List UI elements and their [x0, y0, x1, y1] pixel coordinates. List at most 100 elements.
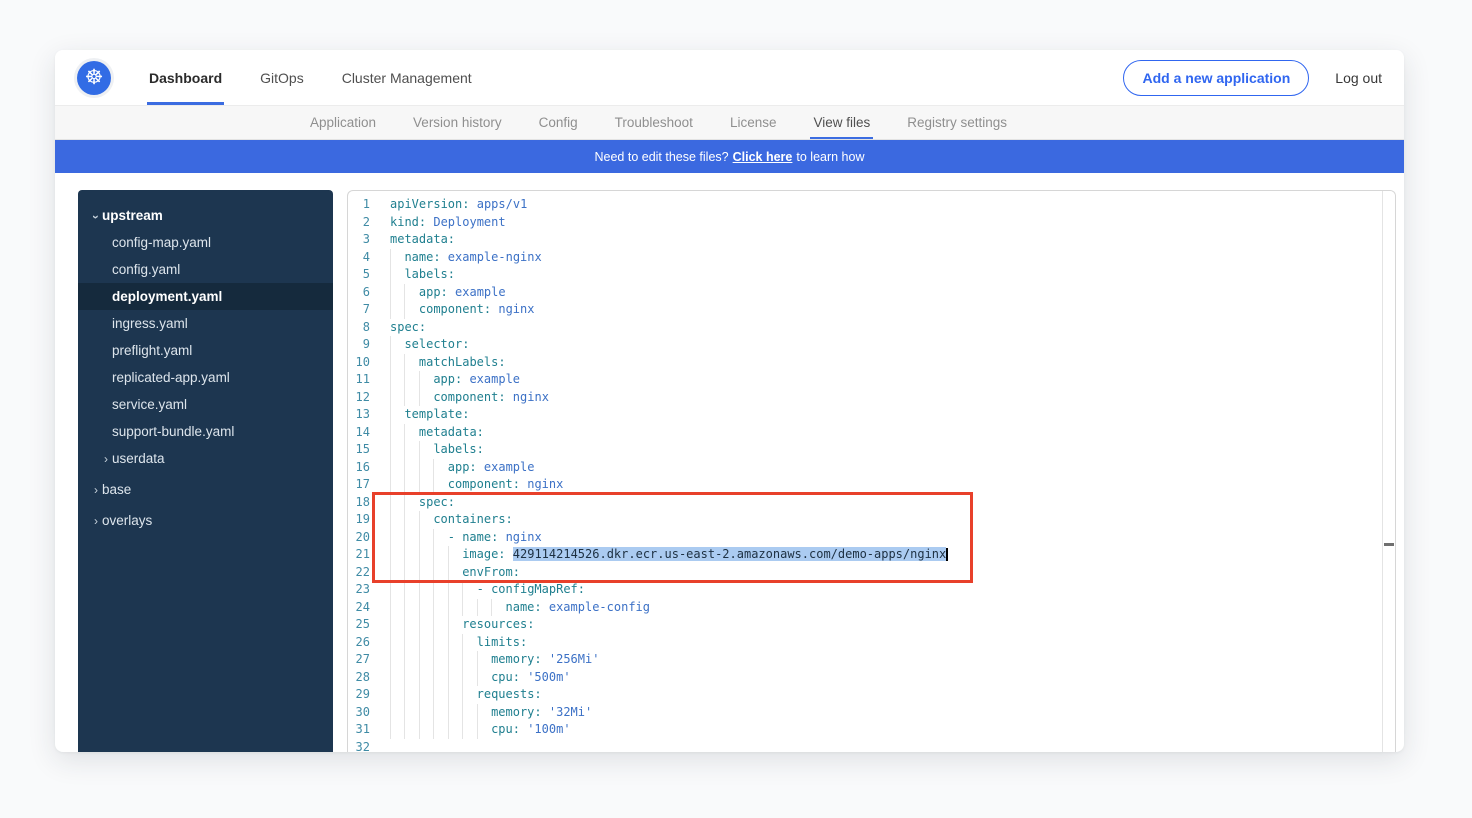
indent-guide: [404, 669, 418, 687]
code-line[interactable]: 31cpu: '100m': [348, 721, 1395, 739]
tab-troubleshoot[interactable]: Troubleshoot: [615, 106, 693, 139]
code-line[interactable]: 24name: example-config: [348, 599, 1395, 617]
indent-guide: [448, 634, 462, 652]
indent-guide: [462, 704, 476, 722]
code-line[interactable]: 5labels:: [348, 266, 1395, 284]
tree-file-replicated-app-yaml[interactable]: replicated-app.yaml: [78, 364, 333, 391]
yaml-token: name:: [462, 530, 498, 544]
add-new-application-button[interactable]: Add a new application: [1123, 60, 1309, 96]
line-content: memory: '256Mi': [390, 651, 599, 669]
indent-guide: [419, 686, 433, 704]
tree-file-ingress-yaml[interactable]: ingress.yaml: [78, 310, 333, 337]
code-area[interactable]: 1apiVersion: apps/v12kind: Deployment3me…: [348, 191, 1395, 752]
tab-version-history[interactable]: Version history: [413, 106, 502, 139]
indent-guide: [390, 371, 404, 389]
tree-folder-upstream[interactable]: ›upstream: [78, 202, 333, 229]
nav-item-dashboard[interactable]: Dashboard: [149, 50, 222, 105]
code-line[interactable]: 13template:: [348, 406, 1395, 424]
code-line[interactable]: 16app: example: [348, 459, 1395, 477]
line-number: 3: [348, 231, 370, 249]
code-line[interactable]: 7 component: nginx: [348, 301, 1395, 319]
yaml-token: selector:: [404, 337, 469, 351]
indent-guide: [462, 599, 476, 617]
code-line[interactable]: 12component: nginx: [348, 389, 1395, 407]
primary-nav: Dashboard GitOps Cluster Management: [149, 50, 472, 105]
yaml-file-viewer[interactable]: 1apiVersion: apps/v12kind: Deployment3me…: [347, 190, 1396, 752]
yaml-token: limits:: [477, 635, 528, 649]
code-line[interactable]: 29requests:: [348, 686, 1395, 704]
yaml-token: app:: [419, 285, 448, 299]
indent-guide: [433, 581, 447, 599]
tab-view-files[interactable]: View files: [813, 106, 870, 139]
tree-folder-base[interactable]: ›base: [78, 476, 333, 503]
indent-guide: [404, 704, 418, 722]
yaml-token: metadata:: [419, 425, 484, 439]
tree-file-preflight-yaml[interactable]: preflight.yaml: [78, 337, 333, 364]
indent-guide: [390, 354, 404, 372]
indent-guide: [433, 564, 447, 582]
code-line[interactable]: 4name: example-nginx: [348, 249, 1395, 267]
indent-guide: [448, 546, 462, 564]
yaml-token: configMapRef:: [491, 582, 585, 596]
code-line[interactable]: 14metadata:: [348, 424, 1395, 442]
tab-application[interactable]: Application: [310, 106, 376, 139]
top-nav: ☸ DashboardGitOpsCluster Management Add …: [55, 50, 1404, 105]
code-line[interactable]: 18spec:: [348, 494, 1395, 512]
editor-scrollbar[interactable]: [1382, 191, 1395, 752]
yaml-token: component:: [433, 390, 505, 404]
indent-guide: [448, 704, 462, 722]
indent-guide: [390, 249, 404, 267]
code-line[interactable]: 30memory: '32Mi': [348, 704, 1395, 722]
code-line[interactable]: 2kind: Deployment: [348, 214, 1395, 232]
code-line[interactable]: 15labels:: [348, 441, 1395, 459]
line-number: 10: [348, 354, 370, 372]
indent-guide: [390, 686, 404, 704]
code-line[interactable]: 10matchLabels:: [348, 354, 1395, 372]
code-line[interactable]: 3metadata:: [348, 231, 1395, 249]
yaml-token: spec:: [390, 320, 426, 334]
indent-guide: [462, 721, 476, 739]
yaml-token: image:: [462, 547, 505, 561]
tree-file-support-bundle-yaml[interactable]: support-bundle.yaml: [78, 418, 333, 445]
indent-guide: [404, 529, 418, 547]
yaml-token: apps/v1: [477, 197, 528, 211]
code-line[interactable]: 9selector:: [348, 336, 1395, 354]
code-line[interactable]: 1apiVersion: apps/v1: [348, 196, 1395, 214]
tree-file-config-yaml[interactable]: config.yaml: [78, 256, 333, 283]
code-line[interactable]: 11app: example: [348, 371, 1395, 389]
code-line[interactable]: 25resources:: [348, 616, 1395, 634]
nav-item-gitops[interactable]: GitOps: [260, 50, 304, 105]
tab-license[interactable]: License: [730, 106, 777, 139]
line-number: 7: [348, 301, 370, 319]
indent-guide: [448, 686, 462, 704]
tree-file-config-map-yaml[interactable]: config-map.yaml: [78, 229, 333, 256]
banner-click-here-link[interactable]: Click here: [733, 150, 793, 164]
tree-folder-userdata[interactable]: ›userdata: [78, 445, 333, 472]
logout-button[interactable]: Log out: [1335, 70, 1382, 86]
indent-guide: [433, 651, 447, 669]
tree-folder-overlays[interactable]: ›overlays: [78, 507, 333, 534]
code-line[interactable]: 21image: 429114214526.dkr.ecr.us-east-2.…: [348, 546, 1395, 564]
code-line[interactable]: 27memory: '256Mi': [348, 651, 1395, 669]
code-line[interactable]: 6app: example: [348, 284, 1395, 302]
tab-config[interactable]: Config: [539, 106, 578, 139]
yaml-token: [506, 547, 513, 561]
code-line[interactable]: 26limits:: [348, 634, 1395, 652]
code-line[interactable]: 19containers:: [348, 511, 1395, 529]
code-line[interactable]: 23- configMapRef:: [348, 581, 1395, 599]
code-line[interactable]: 8spec:: [348, 319, 1395, 337]
line-content: component: nginx: [390, 301, 534, 319]
code-line[interactable]: 32: [348, 739, 1395, 753]
yaml-token: labels:: [404, 267, 455, 281]
code-line[interactable]: 22envFrom:: [348, 564, 1395, 582]
tree-file-deployment-yaml[interactable]: deployment.yaml: [78, 283, 333, 310]
line-content: spec:: [390, 319, 426, 337]
nav-item-cluster-management[interactable]: Cluster Management: [342, 50, 472, 105]
code-line[interactable]: 20- name: nginx: [348, 529, 1395, 547]
code-line[interactable]: 28cpu: '500m': [348, 669, 1395, 687]
yaml-token: component:: [448, 477, 520, 491]
indent-guide: [419, 581, 433, 599]
tab-registry-settings[interactable]: Registry settings: [907, 106, 1007, 139]
code-line[interactable]: 17component: nginx: [348, 476, 1395, 494]
tree-file-service-yaml[interactable]: service.yaml: [78, 391, 333, 418]
